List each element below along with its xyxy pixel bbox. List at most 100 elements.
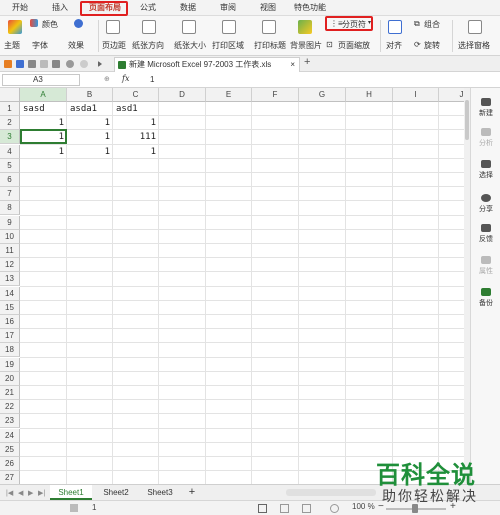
menu-arrow-icon[interactable] — [98, 61, 102, 67]
print-titles-button[interactable]: 打印标题 — [254, 40, 286, 51]
sidebar-item-share[interactable]: 分享 — [471, 194, 500, 214]
close-icon[interactable]: × — [290, 58, 295, 72]
cell-c3[interactable]: 111 — [113, 130, 159, 144]
cell-c4[interactable]: 1 — [113, 145, 159, 159]
sheet-tab-sheet2[interactable]: Sheet2 — [96, 485, 136, 500]
background-image-button[interactable]: 背景图片 — [290, 40, 322, 51]
row-header-25[interactable]: 25 — [0, 442, 20, 457]
scrollbar-thumb[interactable] — [465, 100, 469, 140]
row-header-15[interactable]: 15 — [0, 300, 20, 315]
row-header-26[interactable]: 26 — [0, 457, 20, 471]
sheet-tab-sheet1[interactable]: Sheet1 — [50, 485, 92, 500]
next-sheet-arrow-icon[interactable]: ▶ — [28, 489, 33, 497]
folder-icon[interactable] — [4, 60, 12, 68]
cell-a4[interactable]: 1 — [20, 145, 67, 159]
row-header-21[interactable]: 21 — [0, 386, 20, 400]
sheet-grid[interactable]: ABCDEFGHIJ 1 2 3 4 5 6 7 8 9 10 11 12 13 14 15 16 17 18 19… — [0, 88, 464, 484]
save-icon[interactable] — [16, 60, 24, 68]
column-header-h[interactable]: H — [346, 88, 393, 102]
row-header-3[interactable]: 3 — [0, 130, 20, 145]
paper-size-button[interactable]: 纸张大小 — [174, 40, 206, 51]
column-header-g[interactable]: G — [299, 88, 346, 102]
sheet-tab-sheet3[interactable]: Sheet3 — [140, 485, 180, 500]
cell-b3[interactable]: 1 — [67, 130, 113, 144]
tab-home[interactable]: 开始 — [4, 0, 36, 16]
row-header-18[interactable]: 18 — [0, 343, 20, 358]
row-header-27[interactable]: 27 — [0, 471, 20, 484]
rotate-button[interactable]: 旋转 — [424, 40, 440, 51]
add-tab-button[interactable]: + — [304, 56, 310, 68]
page-break-view-icon[interactable] — [280, 504, 289, 513]
page-scale-button[interactable]: 页面缩放 — [338, 40, 370, 51]
group-button[interactable]: 组合 — [424, 19, 440, 30]
sidebar-item-feedback[interactable]: 反馈 — [471, 224, 500, 244]
cell-b1[interactable]: asda1 — [67, 102, 113, 116]
row-header-16[interactable]: 16 — [0, 315, 20, 329]
macro-icon[interactable] — [70, 504, 78, 512]
column-header-j[interactable]: J — [439, 88, 464, 102]
row-header-17[interactable]: 17 — [0, 329, 20, 344]
row-header-5[interactable]: 5 — [0, 158, 20, 173]
row-header-12[interactable]: 12 — [0, 258, 20, 273]
effects-button[interactable]: 效果 — [68, 40, 84, 51]
row-header-2[interactable]: 2 — [0, 116, 20, 131]
print-area-button[interactable]: 打印区域 — [212, 40, 244, 51]
row-header-8[interactable]: 8 — [0, 201, 20, 216]
column-header-f[interactable]: F — [252, 88, 299, 102]
row-header-24[interactable]: 24 — [0, 428, 20, 443]
row-header-1[interactable]: 1 — [0, 102, 20, 116]
zoom-level[interactable]: 100 % — [352, 502, 375, 511]
align-button[interactable]: 对齐 — [386, 40, 402, 51]
tab-data[interactable]: 数据 — [174, 0, 202, 16]
redo-icon[interactable] — [80, 60, 88, 68]
tab-formulas[interactable]: 公式 — [134, 0, 162, 16]
row-header-11[interactable]: 11 — [0, 244, 20, 258]
tab-special[interactable]: 特色功能 — [290, 0, 330, 16]
orientation-button[interactable]: 纸张方向 — [132, 40, 164, 51]
preview-icon[interactable] — [40, 60, 48, 68]
formula-input[interactable]: 1 — [150, 75, 154, 84]
cell-b2[interactable]: 1 — [67, 116, 113, 130]
fonts-button[interactable]: 字体 — [32, 40, 48, 51]
sidebar-item-backup[interactable]: 备份 — [471, 288, 500, 308]
normal-view-icon[interactable] — [258, 504, 267, 513]
page-layout-view-icon[interactable] — [302, 504, 311, 513]
row-header-14[interactable]: 14 — [0, 286, 20, 301]
document-tab[interactable]: 新建 Microsoft Excel 97-2003 工作表.xls × — [114, 57, 300, 72]
row-header-6[interactable]: 6 — [0, 173, 20, 187]
prev-sheet-arrow-icon[interactable]: ◀ — [18, 489, 23, 497]
column-header-b[interactable]: B — [67, 88, 113, 102]
print-icon[interactable] — [28, 60, 36, 68]
column-header-d[interactable]: D — [159, 88, 206, 102]
row-header-10[interactable]: 10 — [0, 229, 20, 244]
row-header-22[interactable]: 22 — [0, 400, 20, 415]
row-header-20[interactable]: 20 — [0, 371, 20, 386]
selection-pane-button[interactable]: 选择窗格 — [458, 40, 490, 51]
row-header-7[interactable]: 7 — [0, 187, 20, 202]
name-box[interactable]: A3 — [2, 74, 80, 86]
first-sheet-arrow-icon[interactable]: |◀ — [6, 489, 13, 497]
sidebar-item-analyze[interactable]: 分析 — [471, 128, 500, 148]
reading-mode-icon[interactable] — [330, 504, 339, 513]
zoom-search-icon[interactable]: ⊕ — [104, 75, 110, 83]
row-header-19[interactable]: 19 — [0, 357, 20, 372]
add-sheet-button[interactable]: + — [184, 485, 200, 500]
horizontal-scrollbar[interactable] — [286, 489, 376, 496]
row-header-9[interactable]: 9 — [0, 215, 20, 230]
column-header-c[interactable]: C — [113, 88, 159, 102]
colors-button[interactable]: 颜色 — [42, 19, 58, 30]
row-header-13[interactable]: 13 — [0, 272, 20, 287]
export-icon[interactable] — [52, 60, 60, 68]
last-sheet-arrow-icon[interactable]: ▶| — [38, 489, 45, 497]
sidebar-item-new[interactable]: 新建 — [471, 98, 500, 118]
tab-view[interactable]: 视图 — [254, 0, 282, 16]
undo-icon[interactable] — [66, 60, 74, 68]
theme-button[interactable]: 主题 — [4, 40, 20, 51]
sidebar-item-properties[interactable]: 属性 — [471, 256, 500, 276]
sidebar-item-select[interactable]: 选择 — [471, 160, 500, 180]
select-all-corner[interactable] — [0, 88, 20, 102]
row-header-4[interactable]: 4 — [0, 144, 20, 159]
column-header-a[interactable]: A — [20, 88, 67, 102]
cell-c2[interactable]: 1 — [113, 116, 159, 130]
tab-review[interactable]: 审阅 — [214, 0, 242, 16]
